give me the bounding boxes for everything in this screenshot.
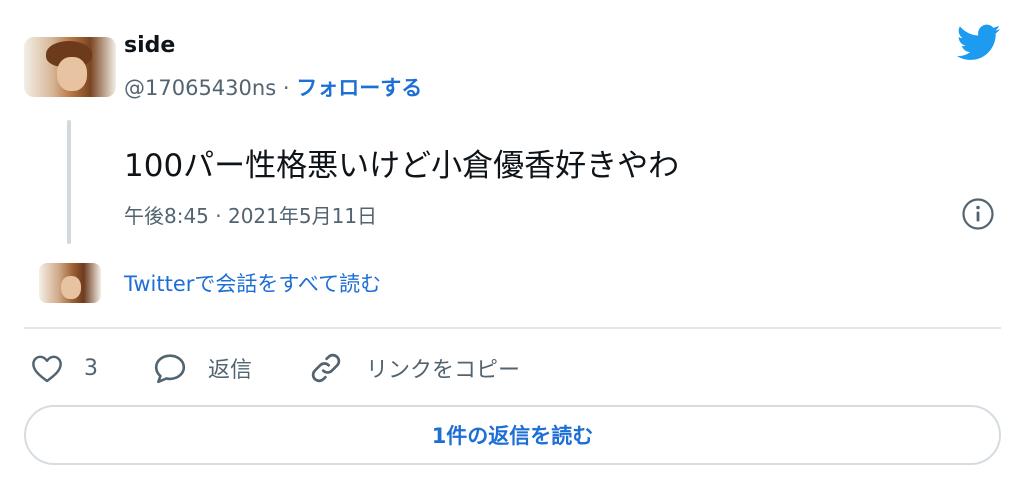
author-handle[interactable]: @17065430ns (124, 76, 276, 100)
read-replies-button[interactable]: 1件の返信を読む (24, 405, 1001, 465)
divider (24, 327, 1001, 329)
twitter-bird-icon[interactable] (957, 24, 1001, 62)
author-display-name[interactable]: side (124, 33, 175, 58)
like-button[interactable]: 3 (30, 348, 98, 388)
thread-line (67, 120, 71, 244)
tweet-text: 100パー性格悪いけど小倉優香好きやわ (124, 148, 680, 184)
copy-link-label: リンクをコピー (366, 358, 521, 383)
info-icon[interactable] (961, 197, 995, 231)
tweet-timestamp[interactable]: 午後8:45 · 2021年5月11日 (124, 200, 377, 229)
reply-label: 返信 (208, 358, 253, 383)
speech-bubble-icon (154, 354, 186, 384)
reply-button[interactable]: 返信 (152, 348, 252, 388)
avatar-face (57, 57, 87, 91)
copy-link-button[interactable]: リンクをコピー (308, 348, 520, 388)
avatar-face (61, 276, 81, 299)
link-icon (311, 353, 341, 383)
follow-link[interactable]: フォローする (296, 76, 422, 100)
heart-icon (32, 355, 62, 383)
author-meta: @17065430ns · フォローする (124, 72, 422, 102)
like-count: 3 (84, 355, 98, 381)
meta-separator: · (282, 76, 290, 100)
read-conversation-link[interactable]: Twitterで会話をすべて読む (124, 268, 381, 298)
reply-avatar[interactable] (39, 263, 101, 303)
author-avatar[interactable] (24, 37, 116, 97)
